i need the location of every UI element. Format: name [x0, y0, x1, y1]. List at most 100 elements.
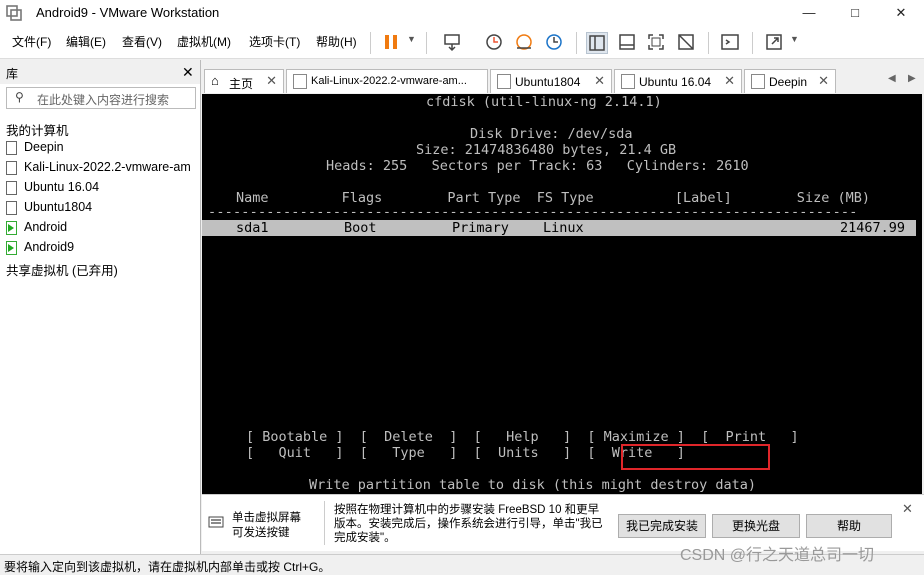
- menu-tabs[interactable]: 选项卡(T): [249, 33, 300, 50]
- vm-running-icon: [6, 241, 17, 255]
- tree-vm-android9[interactable]: Android9: [6, 238, 200, 258]
- partition-row-selected[interactable]: sda1 Boot Primary Linux 21467.99: [202, 220, 916, 236]
- partition-size: 21467.99: [840, 220, 906, 236]
- change-disc-button[interactable]: 更换光盘: [712, 514, 800, 538]
- help-button[interactable]: 帮助: [806, 514, 892, 538]
- click-screen-hint: 单击虚拟屏幕 可发送按键: [232, 512, 301, 539]
- vm-icon: [6, 201, 17, 215]
- tree-vm-ubuntu1604[interactable]: Ubuntu 16.04: [6, 178, 200, 198]
- tab-scroll-right-icon[interactable]: ▶: [908, 73, 916, 84]
- revert-snapshot-icon[interactable]: [514, 32, 534, 52]
- vm-tab-icon: [751, 74, 765, 89]
- vm-label: Android: [24, 220, 68, 234]
- search-placeholder: 在此处键入内容进行搜索: [37, 93, 170, 107]
- vm-tab-icon: [293, 74, 307, 89]
- vm-label: Deepin: [24, 140, 64, 154]
- tab-label: Kali-Linux-2022.2-vmware-am...: [311, 75, 467, 87]
- library-panel: 库 ✕ ⚲ 在此处键入内容进行搜索 我的计算机 Deepin Kali-Linu…: [0, 60, 201, 554]
- vm-label: Ubuntu1804: [24, 200, 93, 214]
- search-icon: ⚲: [15, 90, 24, 104]
- fullscreen-icon[interactable]: [646, 32, 666, 52]
- library-header: 库 ✕: [0, 60, 200, 84]
- tab-ubuntu1604[interactable]: Ubuntu 16.04 ✕: [614, 69, 742, 93]
- tab-bar: ⌂ 主页 ✕ Kali-Linux-2022.2-vmware-am... Ub…: [202, 66, 924, 94]
- partition-fs-type: Linux: [543, 220, 584, 236]
- snapshot-icon[interactable]: [484, 32, 504, 52]
- cfdisk-menu-row-2[interactable]: [ Quit ] [ Type ] [ Units ] [ Write ]: [246, 445, 685, 461]
- tab-label: Ubuntu 16.04: [639, 75, 712, 89]
- vm-icon: [6, 181, 17, 195]
- write-highlight-box: [621, 444, 770, 470]
- snapshot-manager-icon[interactable]: [544, 32, 564, 52]
- vm-console-screen[interactable]: cfdisk (util-linux-ng 2.14.1) Disk Drive…: [202, 94, 922, 494]
- tab-deepin[interactable]: Deepin ✕: [744, 69, 836, 93]
- console-view-icon[interactable]: [720, 32, 740, 52]
- status-bar: 要将输入定向到该虚拟机，请在虚拟机内部单击或按 Ctrl+G。 CSDN @行之…: [0, 547, 924, 575]
- library-search-input[interactable]: ⚲ 在此处键入内容进行搜索: [6, 87, 196, 109]
- close-window-button[interactable]: ✕: [878, 0, 924, 26]
- vm-tab-icon: [497, 74, 511, 89]
- pause-dropdown-icon[interactable]: ▼: [407, 34, 416, 44]
- home-icon: ⌂: [211, 73, 219, 88]
- stretch-guest-icon[interactable]: [764, 32, 784, 52]
- tree-my-computer[interactable]: 我的计算机: [6, 118, 200, 138]
- maximize-button[interactable]: □: [832, 0, 878, 26]
- vm-tab-icon: [621, 74, 635, 89]
- menu-view[interactable]: 查看(V): [122, 33, 162, 50]
- close-tab-icon[interactable]: ✕: [724, 73, 735, 89]
- vm-icon: [6, 161, 17, 175]
- partition-type: Primary: [452, 220, 509, 236]
- finished-install-button[interactable]: 我已完成安装: [618, 514, 706, 538]
- minimize-button[interactable]: —: [786, 0, 832, 26]
- stretch-dropdown-icon[interactable]: ▼: [790, 34, 799, 44]
- tree-vm-deepin[interactable]: Deepin: [6, 138, 200, 158]
- disk-size-line: Size: 21474836480 bytes, 21.4 GB: [416, 142, 677, 158]
- tree-shared-vms[interactable]: 共享虚拟机 (已弃用): [6, 258, 200, 278]
- close-hint-icon[interactable]: ✕: [902, 501, 913, 517]
- menu-help[interactable]: 帮助(H): [316, 33, 357, 50]
- tree-root-label: 我的计算机: [6, 124, 69, 138]
- menu-edit[interactable]: 编辑(E): [66, 33, 106, 50]
- vm-running-icon: [6, 221, 17, 235]
- close-tab-icon[interactable]: ✕: [594, 73, 605, 89]
- tab-label: 主页: [229, 77, 254, 91]
- vm-label: Kali-Linux-2022.2-vmware-am: [24, 160, 191, 174]
- disk-geometry-line: Heads: 255 Sectors per Track: 63 Cylinde…: [326, 158, 749, 174]
- tree-vm-android[interactable]: Android: [6, 218, 200, 238]
- pause-icon[interactable]: [381, 32, 401, 52]
- tab-label: Ubuntu1804: [515, 75, 581, 89]
- vm-icon: [6, 141, 17, 155]
- library-view-icon[interactable]: [586, 32, 608, 54]
- close-tab-icon[interactable]: ✕: [818, 73, 829, 89]
- tab-kali[interactable]: Kali-Linux-2022.2-vmware-am...: [286, 69, 488, 93]
- tab-label: Deepin: [769, 75, 808, 89]
- keyboard-icon: [208, 516, 224, 528]
- watermark: CSDN @行之天道总司一切: [680, 547, 875, 564]
- tab-scroll-left-icon[interactable]: ◀: [888, 73, 896, 84]
- tab-ubuntu1804[interactable]: Ubuntu1804 ✕: [490, 69, 612, 93]
- status-text: 要将输入定向到该虚拟机，请在虚拟机内部单击或按 Ctrl+G。: [4, 560, 331, 574]
- menu-file[interactable]: 文件(F): [12, 33, 51, 50]
- vmware-logo-icon: [6, 5, 22, 21]
- tree-vm-kali[interactable]: Kali-Linux-2022.2-vmware-am: [6, 158, 200, 178]
- title-bar: Android9 - VMware Workstation — □ ✕: [0, 0, 924, 26]
- cfdisk-status-line: Write partition table to disk (this migh…: [309, 477, 757, 493]
- menu-toolbar: 文件(F) 编辑(E) 查看(V) 虚拟机(M) 选项卡(T) 帮助(H) ▼ …: [0, 26, 924, 59]
- unity-mode-icon[interactable]: [676, 32, 696, 52]
- close-library-icon[interactable]: ✕: [182, 64, 194, 81]
- tree-shared-label: 共享虚拟机 (已弃用): [6, 264, 118, 278]
- tree-vm-ubuntu1804[interactable]: Ubuntu1804: [6, 198, 200, 218]
- partition-flags: Boot: [344, 220, 377, 236]
- close-tab-icon[interactable]: ✕: [266, 73, 277, 89]
- tab-home[interactable]: ⌂ 主页 ✕: [204, 69, 284, 93]
- partition-name: sda1: [236, 220, 269, 236]
- table-separator: ----------------------------------------…: [208, 204, 858, 220]
- vm-label: Android9: [24, 240, 75, 254]
- thumbnail-view-icon[interactable]: [617, 32, 637, 52]
- send-keys-icon[interactable]: [442, 32, 462, 52]
- window-title: Android9 - VMware Workstation: [36, 5, 220, 20]
- cfdisk-header: cfdisk (util-linux-ng 2.14.1): [426, 94, 662, 110]
- cfdisk-menu-row-1[interactable]: [ Bootable ] [ Delete ] [ Help ] [ Maxim…: [246, 429, 799, 445]
- vm-label: Ubuntu 16.04: [24, 180, 100, 194]
- menu-vm[interactable]: 虚拟机(M): [177, 33, 231, 50]
